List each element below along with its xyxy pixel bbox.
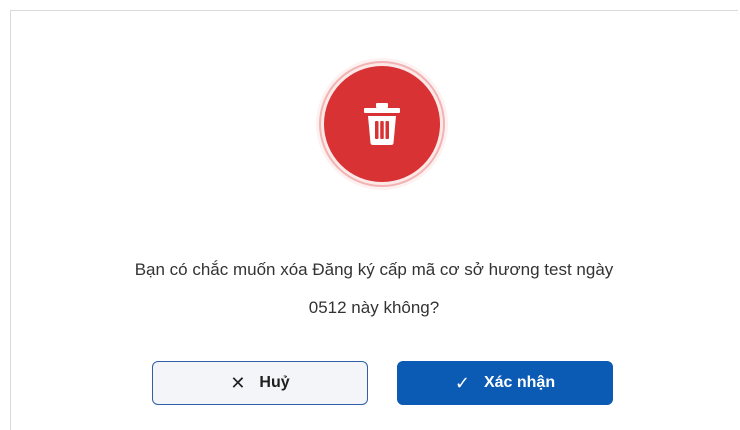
check-icon: ✓ (454, 373, 470, 393)
trash-icon (364, 103, 400, 145)
delete-icon-ring (319, 61, 445, 187)
close-icon: ✕ (230, 373, 246, 393)
confirm-button-label: Xác nhận (483, 374, 556, 391)
confirm-button[interactable]: ✓ Xác nhận (397, 361, 613, 405)
cancel-button-label: Huỷ (259, 374, 290, 391)
delete-icon-badge (316, 58, 448, 190)
cancel-button[interactable]: ✕ Huỷ (152, 361, 368, 405)
delete-icon-circle (324, 66, 440, 182)
confirm-delete-dialog: Bạn có chắc muốn xóa Đăng ký cấp mã cơ s… (10, 10, 738, 430)
confirm-message: Bạn có chắc muốn xóa Đăng ký cấp mã cơ s… (11, 251, 737, 327)
confirm-message-line-2: 0512 này không? (308, 298, 440, 317)
confirm-message-line-1: Bạn có chắc muốn xóa Đăng ký cấp mã cơ s… (134, 260, 614, 279)
